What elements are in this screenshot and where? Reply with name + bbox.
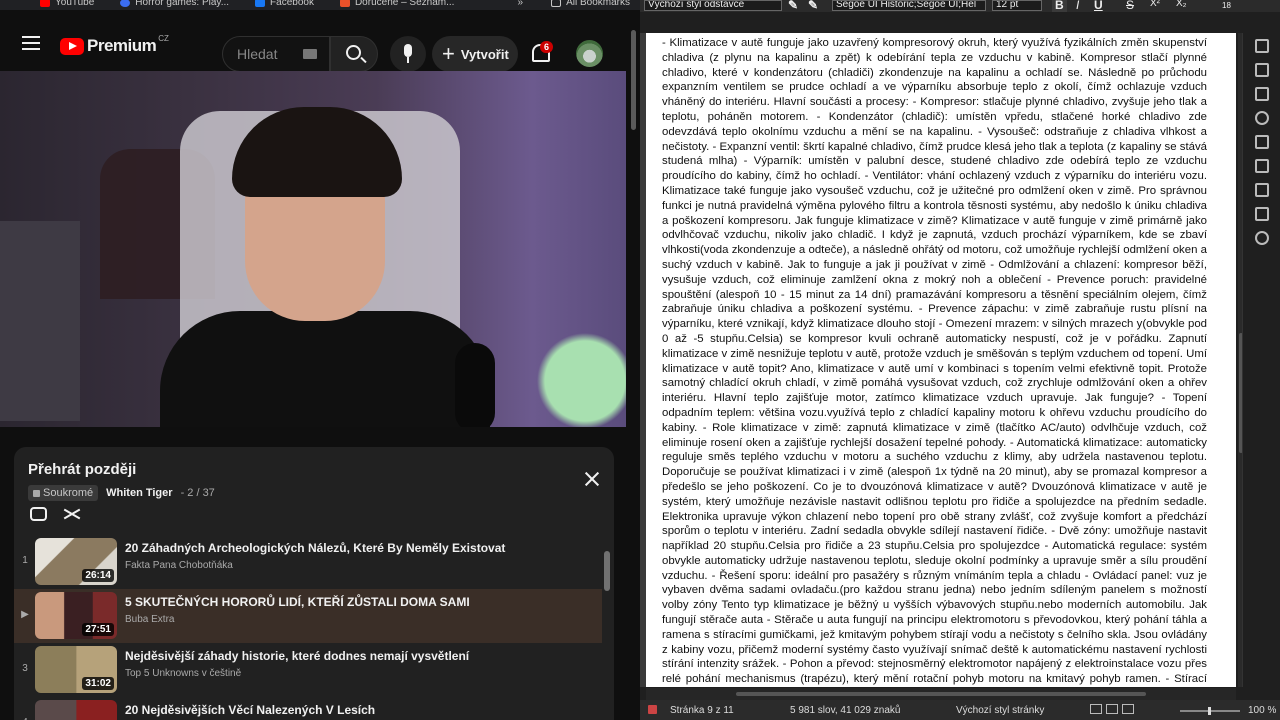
youtube-play-logo-icon (60, 37, 84, 55)
video-frame-shelf (0, 221, 80, 421)
loop-icon[interactable] (30, 507, 47, 521)
video-thumbnail[interactable]: 26:14 (35, 538, 117, 585)
menu-icon[interactable] (22, 36, 40, 50)
channel-name[interactable]: Top 5 Unknowns v češtině (125, 668, 241, 679)
plus-icon: + (442, 41, 455, 66)
video-title[interactable]: 20 Záhadných Archeologických Nálezů, Kte… (125, 541, 505, 555)
bookmark-facebook[interactable]: Facebook (255, 0, 314, 8)
search-input[interactable]: Hledat (222, 36, 330, 72)
book-view-icon[interactable] (1122, 704, 1134, 714)
view-layout-buttons (1090, 704, 1134, 714)
bookmarks-bar: YouTube Horror games: Play... Facebook D… (0, 0, 640, 10)
playlist-title[interactable]: Přehrát později (28, 461, 136, 478)
bookmarks-more-button[interactable]: » (518, 0, 524, 8)
now-playing-icon: ▶ (21, 609, 29, 620)
manage-changes-icon[interactable] (1254, 183, 1269, 197)
superscript-button[interactable]: X² (1150, 0, 1160, 9)
close-playlist-button[interactable] (584, 471, 600, 487)
gallery-icon[interactable] (1254, 87, 1269, 101)
horizontal-scrollbar[interactable] (646, 688, 1236, 700)
styles-icon[interactable] (1254, 63, 1269, 77)
video-player[interactable] (0, 71, 626, 427)
video-title[interactable]: Nejděsivější záhady historie, které dodn… (125, 649, 469, 663)
video-thumbnail[interactable]: 27:51 (35, 592, 117, 639)
playlist-item-active[interactable]: ▶ 27:51 5 SKUTEČNÝCH HORORŮ LIDÍ, KTEŘÍ … (14, 589, 602, 643)
formatting-toolbar: Výchozí styl odstavce ✎ ✎ Segoe UI Histo… (640, 0, 1280, 12)
video-title[interactable]: 20 Nejděsivějších Věcí Nalezených V Lesí… (125, 703, 375, 717)
keyboard-icon[interactable] (303, 49, 317, 59)
status-bar: Stránka 9 z 11 5 981 slov, 41 029 znaků … (640, 700, 1280, 720)
writer-window: Výchozí styl odstavce ✎ ✎ Segoe UI Histo… (640, 0, 1280, 720)
ruler-end-label: 18 (1222, 1, 1231, 10)
lock-icon (33, 489, 40, 497)
folder-icon (551, 0, 562, 7)
youtube-header: Premium CZ Hledat + Vytvořit 6 (0, 10, 640, 76)
playlist-scrollbar[interactable] (604, 539, 610, 720)
facebook-favicon-icon (255, 0, 266, 7)
find-icon[interactable] (1254, 231, 1269, 245)
font-name-select[interactable]: Segoe UI Historic;Segoe UI;Hel (832, 0, 986, 11)
new-style-icon[interactable]: ✎ (808, 0, 818, 12)
italic-button[interactable]: I (1076, 0, 1079, 12)
style-inspector-icon[interactable] (1254, 159, 1269, 173)
document-body[interactable]: - Klimatizace v autě funguje jako uzavře… (662, 36, 1207, 687)
bookmark-horror-games[interactable]: Horror games: Play... (120, 0, 229, 8)
word-count[interactable]: 5 981 slov, 41 029 znaků (790, 705, 900, 716)
page-scrollbar[interactable] (630, 20, 638, 720)
shuffle-icon[interactable] (63, 507, 81, 521)
avatar[interactable] (576, 40, 603, 67)
video-frame-microphone (455, 343, 495, 427)
youtube-favicon-icon (40, 0, 50, 7)
navigator-icon[interactable] (1254, 111, 1269, 125)
voice-search-button[interactable] (390, 36, 426, 72)
video-duration: 27:51 (82, 623, 114, 636)
subscript-button[interactable]: X₂ (1176, 0, 1187, 9)
video-duration: 26:14 (82, 569, 114, 582)
page-icon[interactable] (1254, 135, 1269, 149)
create-button[interactable]: + Vytvořit (432, 36, 518, 72)
bookmark-seznam[interactable]: Doručené – Seznam... (339, 0, 454, 8)
bookmark-youtube[interactable]: YouTube (40, 0, 94, 8)
sidebar-deck (1242, 33, 1280, 687)
playlist-position: - 2 / 37 (180, 487, 215, 499)
playlist-item[interactable]: 3 31:02 Nejděsivější záhady historie, kt… (14, 643, 602, 697)
notification-badge: 6 (540, 41, 554, 53)
playlist-owner[interactable]: Whiten Tiger (106, 487, 172, 499)
playlist-item[interactable]: 4 20 Nejděsivějších Věcí Nalezených V Le… (14, 697, 602, 720)
channel-name[interactable]: Buba Extra (125, 614, 174, 625)
playlist-item[interactable]: 1 26:14 20 Záhadných Archeologických Nál… (14, 535, 602, 589)
globe-favicon-icon (120, 0, 131, 7)
all-bookmarks-button[interactable]: All Bookmarks (551, 0, 630, 8)
playlist-panel: Přehrát později Soukromé Whiten Tiger - … (14, 447, 614, 720)
video-duration: 31:02 (82, 677, 114, 690)
youtube-logo[interactable]: Premium CZ (60, 34, 169, 56)
multi-page-view-icon[interactable] (1106, 704, 1118, 714)
channel-name[interactable]: Fakta Pana Chobotňáka (125, 560, 233, 571)
video-thumbnail[interactable]: 31:02 (35, 646, 117, 693)
single-page-view-icon[interactable] (1090, 704, 1102, 714)
design-icon[interactable] (1254, 207, 1269, 221)
seznam-favicon-icon (339, 0, 350, 7)
document-page[interactable]: - Klimatizace v autě funguje jako uzavře… (646, 33, 1236, 687)
page-style[interactable]: Výchozí styl stránky (956, 705, 1044, 716)
search-icon (346, 45, 361, 60)
video-title[interactable]: 5 SKUTEČNÝCH HORORŮ LIDÍ, KTEŘÍ ZŮSTALI … (125, 595, 470, 609)
youtube-window: YouTube Horror games: Play... Facebook D… (0, 0, 640, 720)
search-button[interactable] (330, 36, 378, 72)
zoom-slider[interactable] (1180, 707, 1240, 715)
underline-button[interactable]: U (1094, 0, 1103, 12)
paragraph-style-select[interactable]: Výchozí styl odstavce (644, 0, 782, 11)
font-size-select[interactable]: 12 pt (992, 0, 1042, 11)
strikethrough-button[interactable]: S (1126, 0, 1134, 12)
privacy-badge: Soukromé (28, 485, 99, 501)
bold-button[interactable]: B (1052, 0, 1067, 12)
document-modified-icon[interactable] (648, 705, 657, 714)
properties-icon[interactable] (1254, 39, 1269, 53)
video-frame-person (160, 311, 490, 427)
video-thumbnail[interactable] (35, 700, 117, 720)
style-update-icon[interactable]: ✎ (788, 0, 798, 12)
zoom-level[interactable]: 100 % (1248, 705, 1276, 716)
playlist-items: 1 26:14 20 Záhadných Archeologických Nál… (14, 535, 602, 720)
page-count[interactable]: Stránka 9 z 11 (670, 705, 734, 716)
